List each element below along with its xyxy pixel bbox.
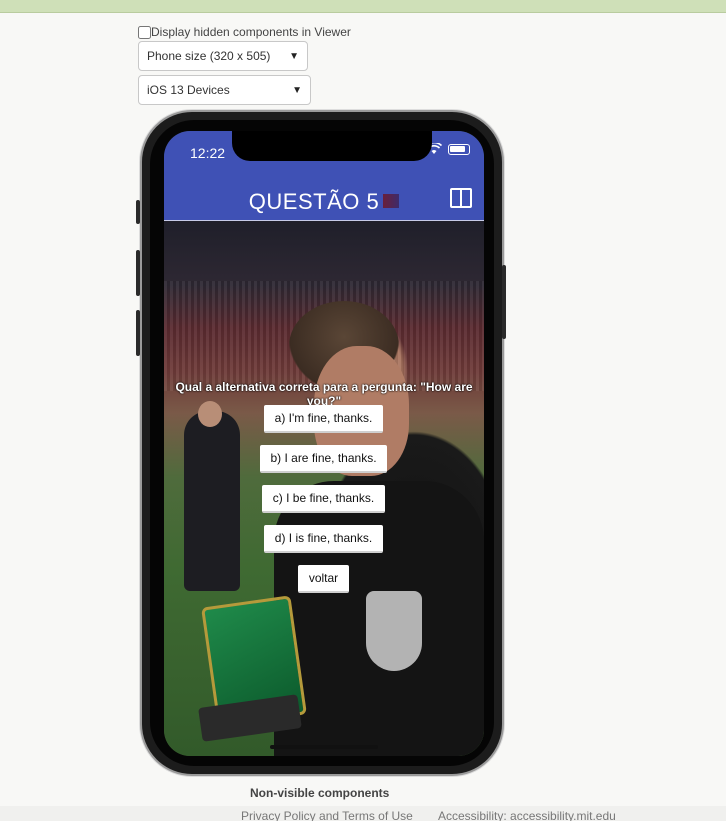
title-bar: QUESTÃO 5 (164, 175, 484, 221)
hidden-components-label: Display hidden components in Viewer (151, 25, 351, 39)
photo-figure (184, 411, 240, 591)
mute-switch (136, 200, 140, 224)
volume-down-button (136, 310, 140, 356)
top-band (0, 0, 726, 13)
answer-c-button[interactable]: c) I be fine, thanks. (262, 485, 385, 513)
privacy-link[interactable]: Privacy Policy and Terms of Use (241, 809, 413, 821)
status-icons (426, 143, 470, 155)
non-visible-components-label: Non-visible components (250, 786, 390, 800)
hidden-components-checkbox[interactable] (138, 25, 151, 39)
accessibility-link[interactable]: Accessibility: accessibility.mit.edu (438, 809, 616, 821)
battery-icon (448, 143, 470, 155)
back-button[interactable]: voltar (298, 565, 349, 593)
answer-a-button[interactable]: a) I'm fine, thanks. (264, 405, 383, 433)
phone-size-select[interactable]: Phone size (320 x 505) ▼ (138, 41, 308, 71)
phone-notch (232, 131, 432, 161)
flag-icon (383, 194, 400, 208)
answer-b-button[interactable]: b) I are fine, thanks. (260, 445, 387, 473)
photo-crest (366, 591, 422, 671)
chevron-down-icon: ▼ (292, 84, 302, 96)
screen-title: QUESTÃO 5 (164, 189, 484, 215)
book-icon[interactable] (450, 188, 472, 208)
power-button (502, 265, 506, 339)
answer-d-button[interactable]: d) I is fine, thanks. (264, 525, 383, 553)
chevron-down-icon: ▼ (289, 50, 299, 62)
phone-screen: 12:22 QUESTÃO 5 Qual a alternativa corre… (164, 131, 484, 756)
device-theme-select[interactable]: iOS 13 Devices ▼ (138, 75, 311, 105)
volume-up-button (136, 250, 140, 296)
home-indicator (270, 745, 378, 749)
phone-size-value: Phone size (320 x 505) (147, 49, 271, 63)
question-label: Qual a alternativa correta para a pergun… (175, 380, 473, 408)
footer: Privacy Policy and Terms of Use Accessib… (0, 806, 726, 821)
device-theme-value: iOS 13 Devices (147, 83, 230, 97)
hidden-components-toggle[interactable]: Display hidden components in Viewer (138, 25, 351, 39)
screen-title-text: QUESTÃO 5 (248, 189, 380, 214)
status-time: 12:22 (190, 145, 226, 161)
